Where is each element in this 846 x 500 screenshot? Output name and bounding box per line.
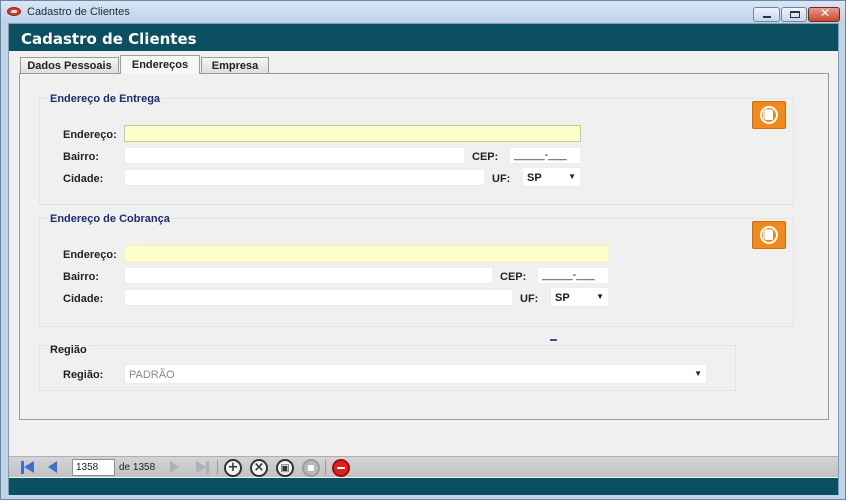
group-title-entrega: Endereço de Entrega: [48, 93, 163, 105]
entrega-cep-input[interactable]: _____-___: [509, 147, 581, 164]
chevron-down-icon: ▼: [568, 172, 576, 181]
last-record-icon: [196, 461, 206, 473]
add-icon: +: [227, 460, 239, 475]
app-logo-icon: [7, 7, 21, 16]
title-bar[interactable]: Cadastro de Clientes ✕: [1, 1, 845, 23]
group-endereco-entrega: Endereço de Entrega Endereço: Bairro: CE…: [39, 93, 794, 205]
document-icon: [765, 230, 773, 240]
cobranca-endereco-label: Endereço:: [63, 249, 117, 261]
entrega-endereco-input[interactable]: [124, 125, 581, 142]
entrega-uf-label: UF:: [492, 173, 511, 185]
entrega-cidade-label: Cidade:: [63, 173, 104, 185]
entrega-cep-label: CEP:: [472, 151, 499, 163]
cancel-button[interactable]: ×: [250, 459, 268, 477]
document-icon: [765, 110, 773, 120]
splitter-handle[interactable]: [550, 339, 557, 341]
cobranca-cidade-input[interactable]: [124, 289, 513, 306]
tab-dados-pessoais[interactable]: Dados Pessoais: [20, 57, 119, 74]
cobranca-cidade-label: Cidade:: [63, 293, 104, 305]
cobranca-uf-select[interactable]: SP ▼: [550, 287, 609, 307]
tab-enderecos[interactable]: Endereços: [120, 55, 200, 74]
maximize-icon: [790, 11, 800, 18]
cobranca-cep-label: CEP:: [500, 271, 527, 283]
form-client-area: Cadastro de Clientes Dados Pessoais Ende…: [8, 23, 839, 495]
close-button[interactable]: ✕: [808, 6, 840, 22]
save-button[interactable]: ▣: [276, 459, 294, 477]
regiao-select[interactable]: PADRÃO ▼: [124, 364, 707, 384]
group-endereco-cobranca: Endereço de Cobrança Endereço: Bairro: C…: [39, 213, 794, 327]
record-navigator: 1358 de 1358 + × ▣: [9, 456, 838, 477]
cobranca-cep-input[interactable]: _____-___: [537, 267, 609, 284]
first-record-arrow: [24, 461, 34, 473]
toolbar-separator: [217, 460, 218, 475]
add-button[interactable]: +: [224, 459, 242, 477]
delete-button[interactable]: [332, 459, 350, 477]
entrega-cidade-input[interactable]: [124, 169, 485, 186]
entrega-uf-select[interactable]: SP ▼: [522, 167, 581, 187]
header-band: Cadastro de Clientes: [9, 24, 838, 51]
tab-empresa[interactable]: Empresa: [201, 57, 269, 74]
record-number-input[interactable]: 1358: [72, 459, 115, 476]
regiao-value: PADRÃO: [129, 369, 175, 381]
chevron-down-icon: ▼: [596, 292, 604, 301]
refresh-button[interactable]: [302, 459, 320, 477]
maximize-button[interactable]: [781, 7, 807, 22]
close-icon: ✕: [820, 6, 831, 20]
previous-record-button[interactable]: [47, 460, 59, 475]
next-record-icon: [170, 461, 179, 473]
cobranca-bairro-label: Bairro:: [63, 271, 100, 283]
chevron-down-icon: ▼: [694, 369, 702, 378]
tab-panel-enderecos: Endereço de Entrega Endereço: Bairro: CE…: [19, 73, 829, 420]
entrega-bairro-input[interactable]: [124, 147, 465, 164]
last-record-bar: [206, 461, 209, 474]
first-record-button[interactable]: [20, 460, 36, 475]
toolbar-separator: [325, 460, 326, 475]
cobranca-uf-label: UF:: [520, 293, 539, 305]
last-record-button[interactable]: [195, 460, 211, 475]
entrega-bairro-label: Bairro:: [63, 151, 100, 163]
next-record-button[interactable]: [169, 460, 181, 475]
minimize-button[interactable]: [753, 7, 780, 22]
cancel-icon: ×: [253, 460, 265, 475]
minimize-icon: [763, 16, 771, 18]
record-count-label: de 1358: [119, 462, 156, 473]
copy-address-button-cobranca[interactable]: [752, 221, 786, 249]
previous-record-icon: [48, 461, 57, 473]
delete-icon: [337, 467, 345, 469]
group-regiao: Região Região: PADRÃO ▼: [39, 344, 736, 391]
app-window: Cadastro de Clientes ✕ Cadastro de Clien…: [0, 0, 846, 500]
window-title: Cadastro de Clientes: [27, 6, 130, 18]
entrega-endereco-label: Endereço:: [63, 129, 117, 141]
page-title: Cadastro de Clientes: [21, 30, 197, 48]
footer-band: [9, 478, 838, 495]
group-title-cobranca: Endereço de Cobrança: [48, 213, 172, 225]
cobranca-bairro-input[interactable]: [124, 267, 493, 284]
save-icon: ▣: [280, 463, 290, 474]
regiao-label: Região:: [63, 369, 104, 381]
copy-address-button-entrega[interactable]: [752, 101, 786, 129]
cobranca-uf-value: SP: [555, 292, 570, 304]
refresh-icon: [308, 465, 314, 471]
entrega-uf-value: SP: [527, 172, 542, 184]
cobranca-endereco-input[interactable]: [124, 245, 609, 262]
group-title-regiao: Região: [48, 344, 89, 356]
